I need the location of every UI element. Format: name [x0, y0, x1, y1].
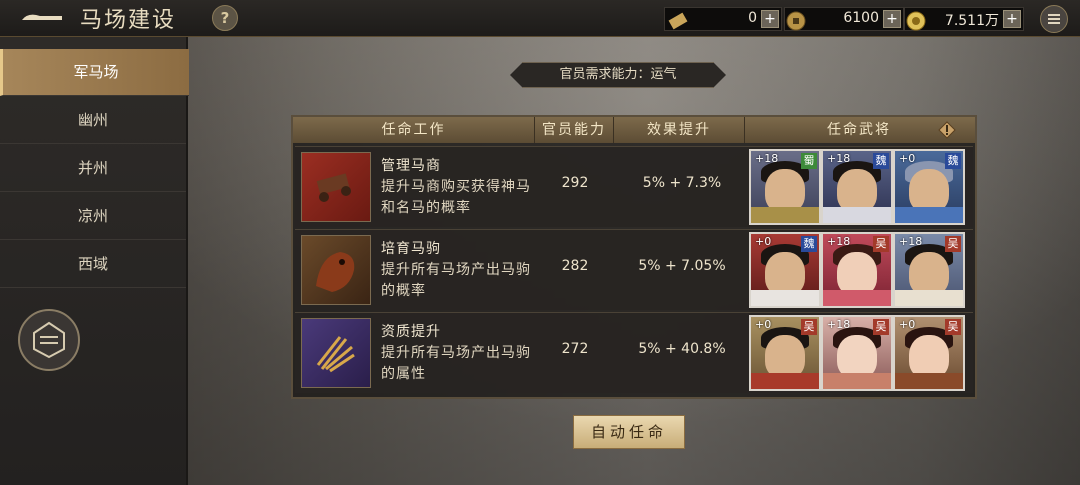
appointment-table: 任命工作 官员能力 效果提升 任命武将 管理马商 提升马商购买获得神马和名马的概…	[291, 115, 977, 399]
portrait-robe	[895, 373, 963, 389]
general-card[interactable]: +18 吴	[893, 232, 965, 308]
task-description: 提升所有马场产出马驹的属性	[381, 345, 531, 382]
faction-badge: 吴	[945, 236, 961, 252]
sidebar-item-liangzhou[interactable]: 凉州	[0, 193, 186, 240]
general-bonus: +0	[755, 235, 772, 248]
faction-badge: 魏	[873, 153, 889, 169]
copper-add-button[interactable]: +	[883, 10, 901, 28]
portrait-robe	[751, 207, 819, 223]
task-name: 资质提升	[381, 324, 441, 340]
general-card[interactable]: +0 吴	[893, 315, 965, 391]
sidebar: 军马场 幽州 并州 凉州 西域	[0, 37, 189, 485]
general-bonus: +0	[899, 152, 916, 165]
required-ability-value: 292	[561, 175, 589, 191]
task-name: 培育马驹	[381, 241, 441, 257]
header-task: 任命工作	[293, 117, 535, 143]
faction-badge: 吴	[873, 319, 889, 335]
task-name: 管理马商	[381, 158, 441, 174]
faction-badge: 吴	[801, 319, 817, 335]
faction-badge: 吴	[945, 319, 961, 335]
general-bonus: +0	[899, 318, 916, 331]
general-bonus: +18	[755, 152, 779, 165]
general-bonus: +0	[755, 318, 772, 331]
auto-appoint-button[interactable]: 自动任命	[573, 415, 685, 449]
sidebar-item-xiyu[interactable]: 西域	[0, 241, 186, 288]
portrait-robe	[823, 207, 891, 223]
faction-badge: 吴	[873, 236, 889, 252]
general-bonus: +18	[827, 318, 851, 331]
faction-badge: 魏	[945, 153, 961, 169]
general-card[interactable]: +18 吴	[821, 315, 893, 391]
foal-breeding-icon	[301, 235, 371, 305]
resource-scroll: 0 +	[664, 7, 782, 31]
effect-boost-value: 5% + 7.05%	[638, 258, 726, 274]
effect-boost-value: 5% + 40.8%	[638, 341, 726, 357]
portrait-robe	[895, 290, 963, 306]
scroll-count: 0	[748, 10, 757, 26]
required-ability-value: 272	[561, 341, 589, 357]
header-effect: 效果提升	[614, 117, 745, 143]
faction-badge: 蜀	[801, 153, 817, 169]
required-ability-value: 282	[561, 258, 589, 274]
copper-count: 6100	[843, 10, 879, 26]
horse-merchant-icon	[301, 152, 371, 222]
table-row: 管理马商 提升马商购买获得神马和名马的概率 292 5% + 7.3% +18 …	[295, 146, 973, 227]
portrait-robe	[751, 290, 819, 306]
back-arrow-icon[interactable]	[18, 6, 66, 30]
general-card[interactable]: +0 魏	[893, 149, 965, 225]
general-bonus: +18	[827, 235, 851, 248]
sidebar-item-army-ranch[interactable]: 军马场	[0, 49, 189, 96]
general-bonus: +18	[827, 152, 851, 165]
required-ability-banner: 官员需求能力：运气	[510, 62, 726, 88]
gold-count: 7.511万	[944, 13, 999, 29]
task-description: 提升所有马场产出马驹的概率	[381, 262, 531, 299]
faction-badge: 魏	[801, 236, 817, 252]
quality-upgrade-icon	[301, 318, 371, 388]
top-bar: 马场建设 ? 0 + 6100 + 7.511万 +	[0, 0, 1080, 37]
general-bonus: +18	[899, 235, 923, 248]
general-card[interactable]: +18 魏	[821, 149, 893, 225]
portrait-robe	[895, 207, 963, 223]
general-card[interactable]: +0 魏	[749, 232, 821, 308]
task-description: 提升马商购买获得神马和名马的概率	[381, 179, 531, 216]
resource-copper: 6100 +	[784, 7, 904, 31]
header-ability: 官员能力	[535, 117, 614, 143]
resource-gold: 7.511万 +	[904, 7, 1024, 31]
scroll-icon	[668, 12, 688, 30]
general-card[interactable]: +0 吴	[749, 315, 821, 391]
effect-boost-value: 5% + 7.3%	[642, 175, 722, 191]
help-button[interactable]: ?	[212, 5, 238, 31]
scroll-add-button[interactable]: +	[761, 10, 779, 28]
table-row: 培育马驹 提升所有马场产出马驹的概率 282 5% + 7.05% +0 魏 +…	[295, 229, 973, 310]
gold-add-button[interactable]: +	[1003, 10, 1021, 28]
portrait-robe	[823, 290, 891, 306]
page-title: 马场建设	[80, 8, 177, 33]
portrait-robe	[823, 373, 891, 389]
sidebar-item-bingzhou[interactable]: 并州	[0, 145, 186, 192]
sidebar-item-youzhou[interactable]: 幽州	[0, 97, 186, 144]
general-card[interactable]: +18 吴	[821, 232, 893, 308]
portrait-robe	[751, 373, 819, 389]
info-warning-icon[interactable]	[938, 121, 956, 139]
gold-coin-icon	[906, 11, 926, 31]
copper-coin-icon	[786, 11, 806, 31]
ranch-building-icon[interactable]	[18, 309, 80, 371]
menu-list-icon[interactable]	[1040, 5, 1068, 33]
table-header: 任命工作 官员能力 效果提升 任命武将	[293, 117, 975, 143]
general-card[interactable]: +18 蜀	[749, 149, 821, 225]
table-row: 资质提升 提升所有马场产出马驹的属性 272 5% + 40.8% +0 吴 +…	[295, 312, 973, 393]
